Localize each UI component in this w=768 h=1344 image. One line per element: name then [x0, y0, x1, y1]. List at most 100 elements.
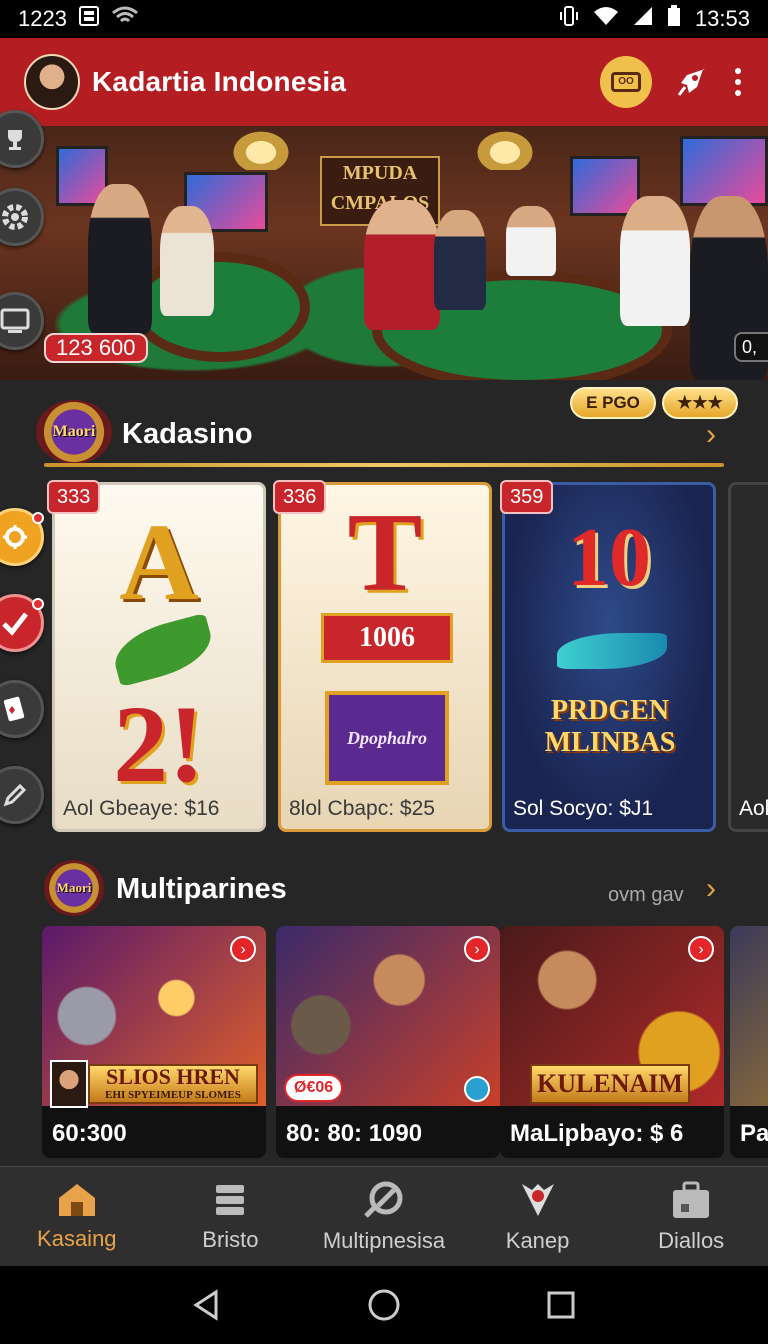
status-bar: 1223 13:53	[0, 0, 768, 38]
banner-subtitle: EHI SPYEIMEUP SLOMES	[105, 1089, 241, 1101]
section-divider	[44, 463, 724, 467]
more-menu-button[interactable]	[732, 68, 744, 96]
play-icon[interactable]: ›	[688, 936, 714, 962]
stack-icon	[216, 1184, 245, 1215]
section-logo: Maori	[44, 860, 104, 916]
card-caption: MaLipbayo: $ 6	[510, 1120, 684, 1147]
nav-label: Kasaing	[37, 1225, 117, 1251]
casino-table	[130, 252, 310, 362]
card-number-badge: 333	[47, 480, 101, 514]
person-figure	[160, 206, 214, 316]
card-plaque: Dpophalro	[325, 691, 449, 785]
back-icon[interactable]	[192, 1289, 222, 1321]
game-banner: SLIOS HREN EHI SPYEIMEUP SLOMES	[88, 1064, 258, 1104]
notification-icon	[78, 6, 99, 32]
nav-label: Multipnesisa	[322, 1227, 446, 1253]
player-avatar	[50, 1060, 88, 1108]
nav-item-bristo[interactable]: Bristo	[154, 1167, 308, 1266]
game-card[interactable]: T 1006 Dpophalro 8lol Cbapc: $25	[278, 482, 492, 832]
multiplayer-card[interactable]: SLIOS HREN EHI SPYEIMEUP SLOMES › 60:300	[42, 926, 266, 1158]
person-figure	[434, 210, 486, 310]
chandelier-image	[470, 126, 540, 170]
card-caption: Aol Gbeaye: $16	[63, 797, 220, 820]
rocket-icon	[677, 69, 705, 96]
badge-icon	[521, 1183, 554, 1216]
notification-dot	[32, 598, 44, 610]
section-title: Kadasino	[122, 418, 253, 450]
game-card[interactable]: 10 PRDGEN MLINBAS Sol Socyo: $J1	[502, 482, 716, 832]
card-caption: Sol Socyo: $J1	[513, 797, 654, 820]
side-cards-button[interactable]	[0, 680, 44, 738]
section-logo: Maori	[36, 400, 112, 464]
info-icon[interactable]	[464, 1076, 490, 1102]
person-figure	[88, 184, 152, 334]
status-clock: 13:53	[694, 6, 750, 31]
notification-dot	[32, 512, 44, 524]
nav-item-kanep[interactable]: Kanep	[461, 1167, 615, 1266]
home-icon	[58, 1183, 95, 1216]
card-top-glyph: A	[119, 501, 199, 623]
game-card-partial[interactable]: Aol	[728, 482, 768, 832]
card-caption: Aol	[739, 797, 768, 820]
multiplayer-card[interactable]: KULENAIM › MaLipbayo: $ 6	[500, 926, 724, 1158]
card-caption: 80: 80: 1090	[286, 1120, 423, 1147]
nav-item-multipnesisa[interactable]: Multipnesisa	[307, 1167, 461, 1266]
hero-right-badge: 0,	[734, 332, 768, 362]
play-icon[interactable]: ›	[464, 936, 490, 962]
gift-icon	[3, 525, 27, 549]
ticket-icon: OO	[611, 72, 641, 92]
signal-icon	[633, 6, 653, 32]
card-caption: 8lol Cbapc: $25	[289, 797, 435, 820]
nav-label: Kanep	[505, 1227, 570, 1253]
pencil-icon	[3, 783, 27, 807]
nav-item-diallos[interactable]: Diallos	[614, 1167, 768, 1266]
monitor-icon	[0, 308, 30, 333]
see-all-link[interactable]: ovm gav	[608, 884, 684, 907]
trophy-icon	[8, 130, 22, 150]
game-banner: KULENAIM	[530, 1064, 690, 1104]
playing-cards-icon	[3, 696, 25, 722]
avatar[interactable]	[24, 54, 80, 110]
card-caption: 60:300	[52, 1120, 127, 1147]
game-tag: Ø€06	[284, 1074, 344, 1102]
system-navigation	[0, 1266, 768, 1344]
rating-pill[interactable]: ★★★	[662, 387, 738, 419]
chandelier-image	[226, 126, 296, 170]
gear-icon	[2, 204, 28, 230]
check-icon	[2, 612, 28, 636]
rocket-button[interactable]	[672, 62, 712, 102]
multiplayer-card-partial[interactable]: Pa	[730, 926, 768, 1158]
ticket-button[interactable]: OO	[600, 56, 652, 108]
multiplayer-card[interactable]: Ø€06 › 80: 80: 1090	[276, 926, 500, 1158]
app-bar: Kadartia Indonesia OO	[0, 38, 768, 126]
card-number-badge: 359	[500, 480, 554, 514]
home-circle-icon[interactable]	[367, 1288, 401, 1322]
card-bottom-glyph: 2!	[113, 683, 205, 805]
chip-icon	[364, 1181, 403, 1218]
card-number-badge: 336	[273, 480, 327, 514]
game-thumbnail	[730, 926, 768, 1106]
card-caption: Pa	[740, 1120, 768, 1147]
recents-icon[interactable]	[546, 1290, 576, 1320]
game-card[interactable]: A 2! Aol Gbeaye: $16	[52, 482, 266, 832]
wifi-icon	[593, 6, 619, 32]
briefcase-icon	[673, 1181, 710, 1218]
person-figure	[364, 200, 440, 330]
person-figure	[506, 206, 556, 276]
section-title: Multiparines	[116, 873, 287, 905]
chevron-right-icon[interactable]: ›	[706, 418, 716, 452]
side-edit-button[interactable]	[0, 766, 44, 824]
section-pill[interactable]: E PGO	[570, 387, 656, 419]
nav-item-kasaing[interactable]: Kasaing	[0, 1167, 154, 1266]
hero-count-badge: 123 600	[44, 333, 148, 363]
play-icon[interactable]: ›	[230, 936, 256, 962]
vibrate-icon	[559, 5, 579, 33]
chevron-right-icon[interactable]: ›	[706, 872, 716, 906]
card-ribbon: 1006	[321, 613, 453, 663]
battery-icon	[667, 5, 681, 33]
wifi-dim-icon	[111, 6, 139, 32]
card-logo-text: PRDGEN MLINBAS	[544, 695, 676, 758]
banner-title: SLIOS HREN	[106, 1064, 240, 1089]
nav-label: Diallos	[658, 1227, 725, 1253]
app-title: Kadartia Indonesia	[92, 66, 347, 97]
